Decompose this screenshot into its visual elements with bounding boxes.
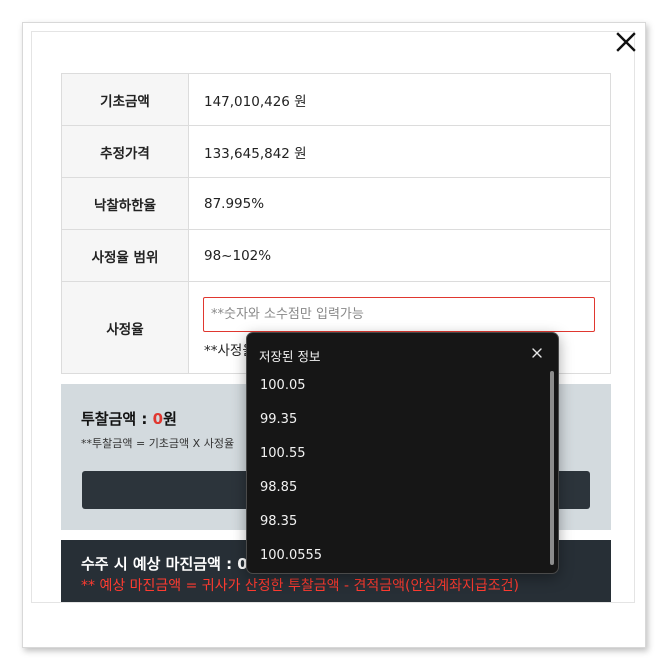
modal-close-button[interactable] [614,30,638,54]
row-label: 낙찰하한율 [61,177,189,230]
autocomplete-item[interactable]: 98.35 [247,505,547,539]
bid-amount-title: 투찰금액 : 0원 [81,410,177,428]
autocomplete-close-button[interactable] [531,347,543,359]
autocomplete-header: 저장된 정보 [259,349,321,364]
rate-input[interactable] [203,297,595,332]
row-label: 추정가격 [61,125,189,178]
rate-label: 사정율 [61,281,189,374]
autocomplete-dropdown: 저장된 정보 100.05 99.35 100.55 98.85 98.35 1… [246,332,559,574]
row-value: 133,645,842 원 [188,125,611,178]
autocomplete-item[interactable]: 100.55 [247,437,547,471]
autocomplete-item[interactable]: 99.35 [247,403,547,437]
row-label: 기초금액 [61,73,189,126]
table-row: 낙찰하한율 87.995% [61,177,611,230]
bid-info-table: 기초금액 147,010,426 원 추정가격 133,645,842 원 낙찰… [61,73,611,374]
close-icon [616,32,636,52]
bid-formula-note: **투찰금액 = 기초금액 X 사정율 [81,437,235,450]
row-label: 사정율 범위 [61,229,189,282]
bid-amount-unit: 원 [163,410,177,428]
autocomplete-scrollbar[interactable] [550,371,554,565]
margin-formula-note: ** 예상 마진금액 = 귀사가 산정한 투찰금액 - 견적금액(안심계좌지급조… [81,578,519,594]
row-value: 98~102% [188,229,611,282]
close-icon [532,348,542,358]
row-value: 147,010,426 원 [188,73,611,126]
row-value: 87.995% [188,177,611,230]
table-row: 기초금액 147,010,426 원 [61,73,611,126]
autocomplete-item[interactable]: 100.0555 [247,539,547,573]
table-row: 추정가격 133,645,842 원 [61,125,611,178]
table-row: 사정율 범위 98~102% [61,229,611,282]
autocomplete-item[interactable]: 98.85 [247,471,547,505]
margin-title: 수주 시 예상 마진금액 : 0 [81,555,248,573]
autocomplete-list: 100.05 99.35 100.55 98.85 98.35 100.0555 [247,369,547,573]
autocomplete-item[interactable]: 100.05 [247,369,547,403]
bid-amount-value: 0 [152,410,164,428]
